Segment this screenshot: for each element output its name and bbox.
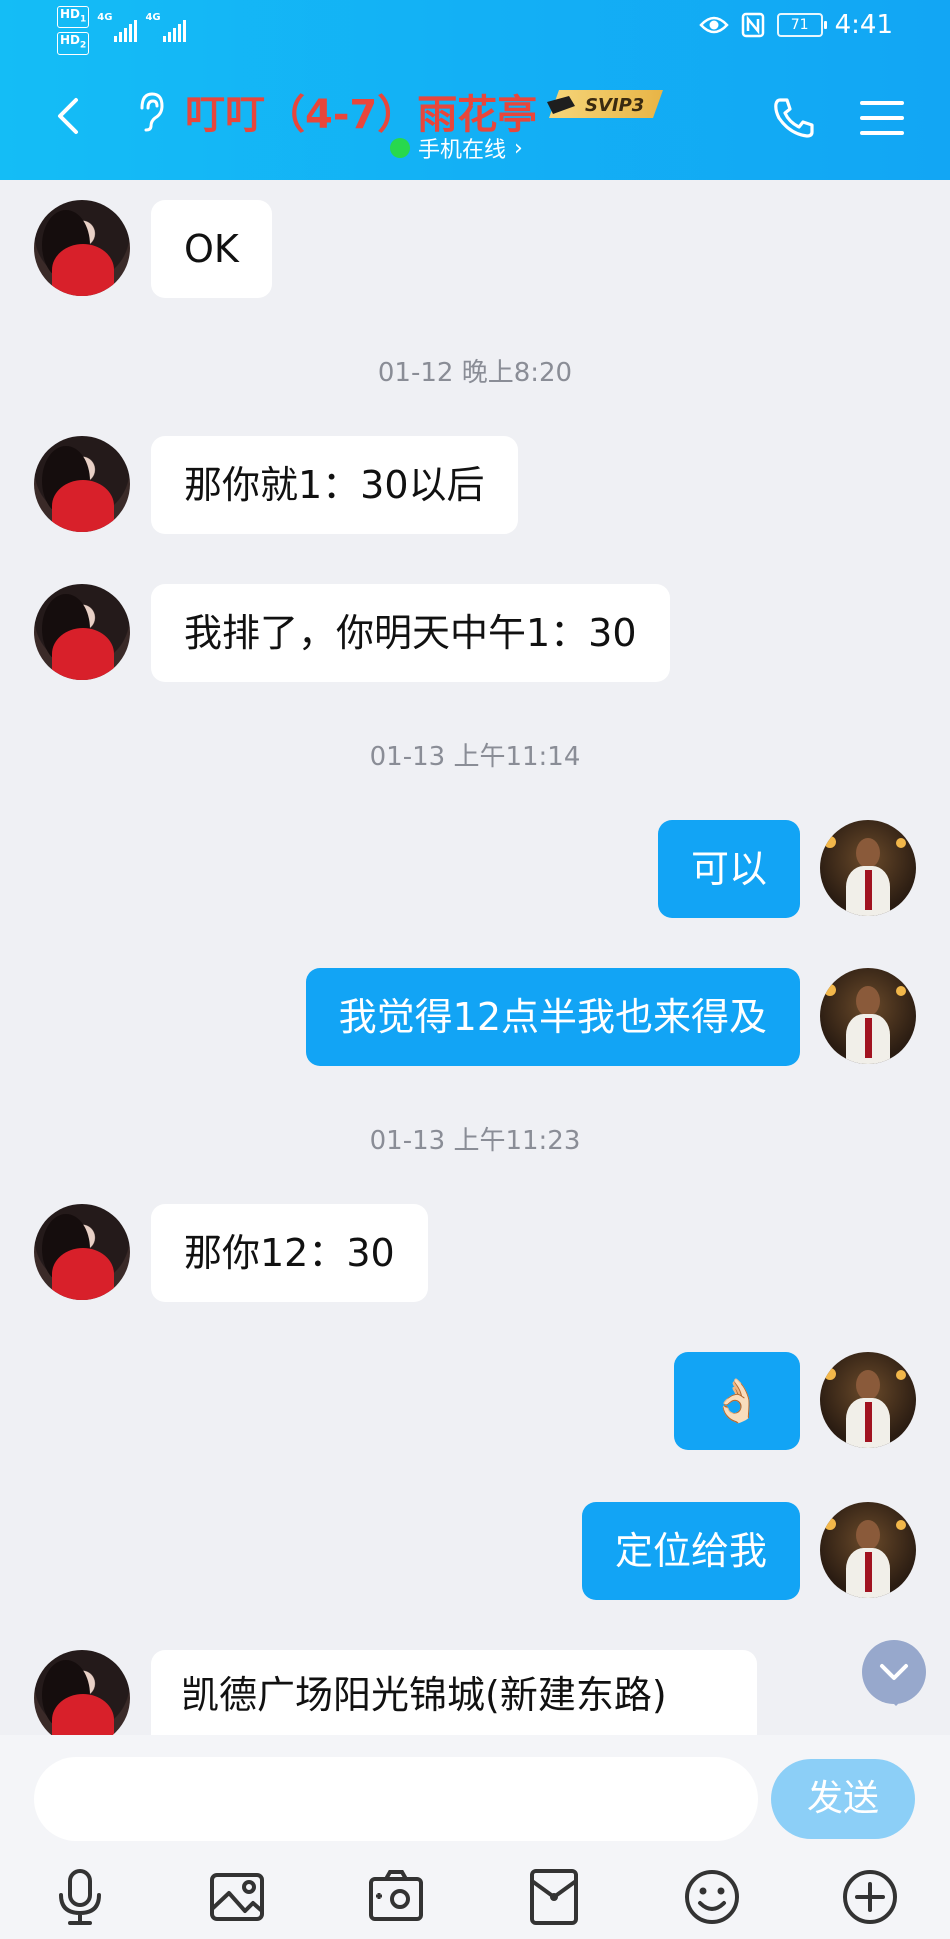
- online-status[interactable]: 手机在线 ›: [390, 132, 523, 164]
- message-row: 那你就1：30以后: [0, 436, 950, 536]
- message-row: 我觉得12点半我也来得及: [0, 968, 950, 1068]
- message-row: 可以: [0, 820, 950, 920]
- input-bar: 发送: [0, 1735, 950, 1939]
- chat-header: HD1 HD2 4G 4G 71 4:41 叮叮（4-7）雨花亭 SVIP3 手…: [0, 0, 950, 180]
- send-button[interactable]: 发送: [771, 1759, 915, 1839]
- red-packet-icon[interactable]: [524, 1867, 584, 1927]
- hd1-indicator: HD1: [57, 6, 90, 29]
- contact-avatar[interactable]: [34, 584, 130, 680]
- timestamp: 01-12 晚上8:20: [377, 358, 573, 388]
- timestamp: 01-13 上午11:14: [369, 742, 581, 772]
- location-card[interactable]: 凯德广场阳光锦城(新建东路): [151, 1650, 757, 1735]
- svip-badge[interactable]: SVIP3: [545, 88, 665, 120]
- svip-label: SVIP3: [585, 95, 644, 116]
- plus-icon[interactable]: [840, 1867, 900, 1927]
- message-row: OK: [0, 200, 950, 300]
- message-bubble[interactable]: 那你12：30: [151, 1204, 428, 1302]
- my-avatar[interactable]: [820, 968, 916, 1064]
- ok-hand-emoji-bubble[interactable]: 👌🏻: [674, 1352, 800, 1450]
- contact-avatar[interactable]: [34, 200, 130, 296]
- status-bar: HD1 HD2 4G 4G 71 4:41: [0, 0, 950, 58]
- message-bubble[interactable]: OK: [151, 200, 272, 298]
- battery-icon: 71: [776, 13, 827, 37]
- microphone-icon[interactable]: [50, 1867, 110, 1927]
- message-row: 定位给我: [0, 1502, 950, 1602]
- message-row: 那你12：30: [0, 1204, 950, 1304]
- eye-icon: [698, 16, 729, 34]
- my-avatar[interactable]: [820, 1502, 916, 1598]
- chevron-down-icon: [880, 1664, 908, 1680]
- emoji-icon[interactable]: [682, 1867, 742, 1927]
- message-bubble[interactable]: 定位给我: [581, 1502, 800, 1600]
- toolbar: [0, 1857, 950, 1937]
- nav-bar: 叮叮（4-7）雨花亭 SVIP3 手机在线 ›: [0, 68, 950, 178]
- signal2-icon: 4G: [145, 12, 186, 42]
- menu-icon[interactable]: [858, 98, 906, 138]
- message-bubble[interactable]: 我觉得12点半我也来得及: [305, 968, 800, 1066]
- system-indicators: 71 4:41: [698, 10, 893, 40]
- ear-icon[interactable]: [136, 90, 166, 132]
- clock: 4:41: [834, 10, 893, 40]
- chevron-right-icon: ›: [514, 135, 523, 161]
- image-icon[interactable]: [207, 1867, 267, 1927]
- hd2-indicator: HD2: [57, 32, 90, 55]
- message-row: 我排了，你明天中午1：30: [0, 584, 950, 684]
- my-avatar[interactable]: [820, 820, 916, 916]
- message-bubble[interactable]: 我排了，你明天中午1：30: [151, 584, 670, 682]
- my-avatar[interactable]: [820, 1352, 916, 1448]
- scroll-to-bottom-button[interactable]: [862, 1640, 926, 1706]
- message-bubble[interactable]: 可以: [657, 820, 800, 918]
- phone-icon[interactable]: [770, 94, 818, 142]
- contact-avatar[interactable]: [34, 436, 130, 532]
- network-indicators: HD1 HD2 4G 4G: [57, 6, 186, 55]
- nfc-icon: [741, 12, 764, 38]
- message-list[interactable]: OK 01-12 晚上8:20 那你就1：30以后 我排了，你明天中午1：30 …: [0, 180, 950, 1735]
- back-icon[interactable]: [50, 96, 90, 136]
- contact-avatar[interactable]: [34, 1204, 130, 1300]
- message-row: 👌🏻: [0, 1352, 950, 1452]
- online-dot-icon: [390, 138, 410, 158]
- contact-avatar[interactable]: [34, 1650, 130, 1735]
- camera-icon[interactable]: [366, 1867, 426, 1927]
- signal1-icon: 4G: [97, 12, 138, 42]
- timestamp: 01-13 上午11:23: [369, 1126, 581, 1156]
- message-row: 凯德广场阳光锦城(新建东路): [0, 1650, 950, 1735]
- online-status-label: 手机在线: [418, 138, 507, 163]
- message-input[interactable]: [34, 1757, 758, 1841]
- message-bubble[interactable]: 那你就1：30以后: [151, 436, 518, 534]
